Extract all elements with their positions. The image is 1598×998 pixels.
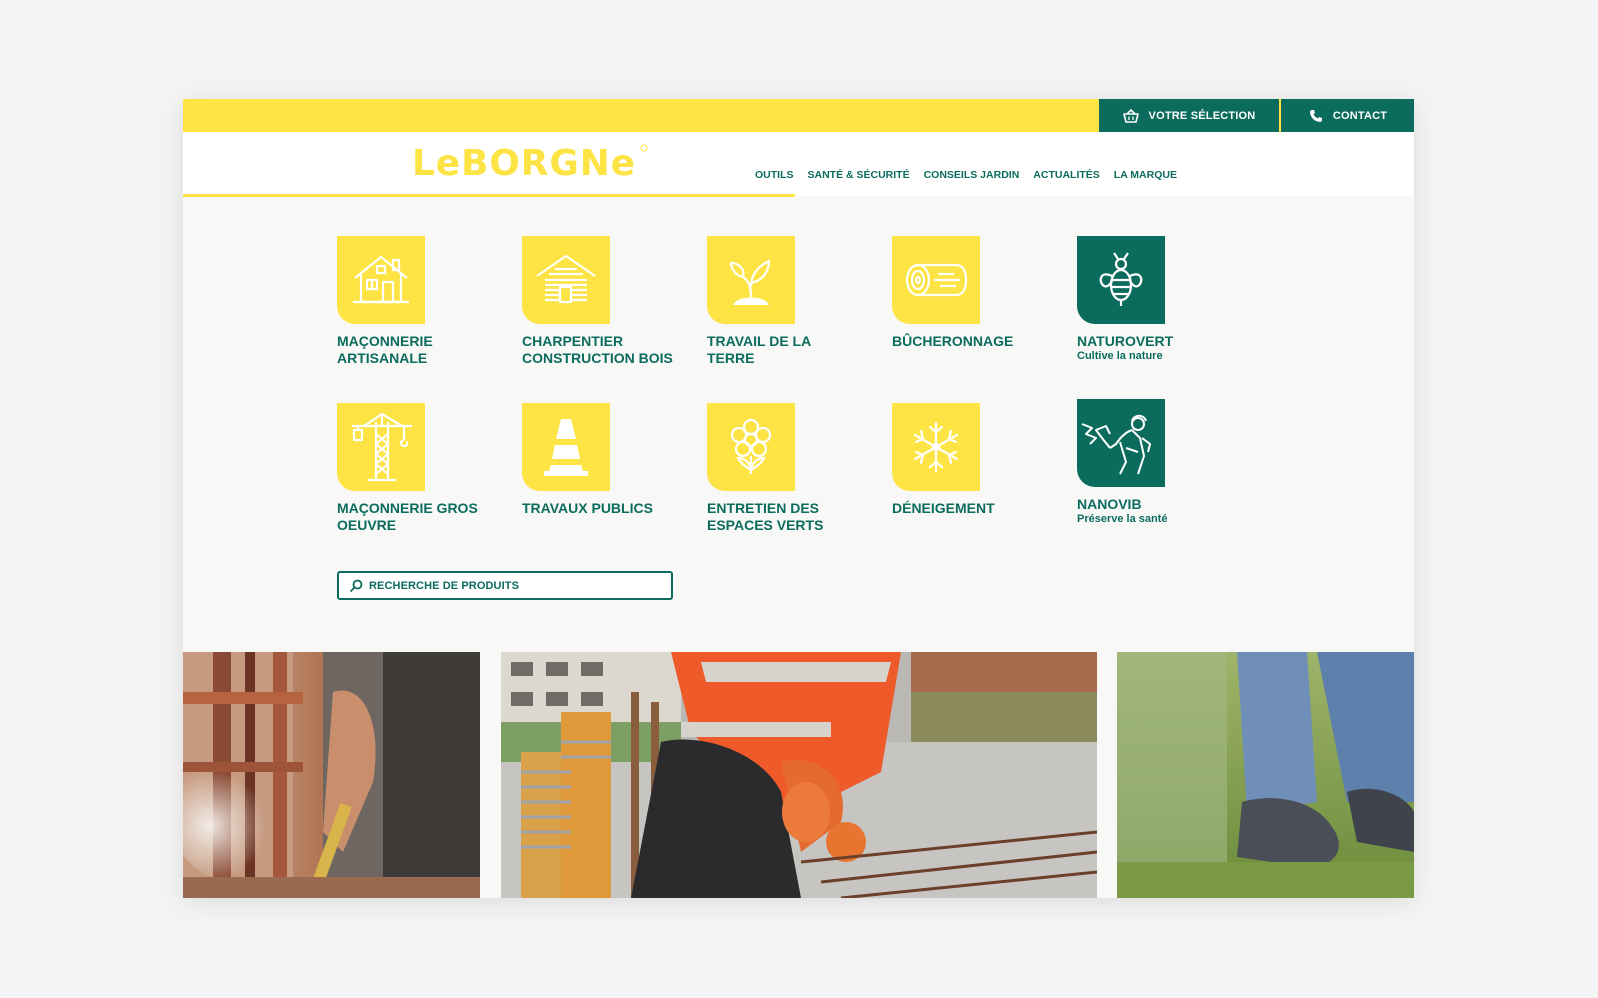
search-icon [349,579,363,593]
category-entretien-espaces-verts[interactable]: ENTRETIEN DES ESPACES VERTS [707,403,882,534]
category-maconnerie-gros-oeuvre[interactable]: MAÇONNERIE GROS OEUVRE [337,403,512,534]
category-label: BÛCHERONNAGE [892,333,1014,349]
contact-label: CONTACT [1332,109,1388,122]
category-travail-de-la-terre[interactable]: TRAVAIL DE LA TERRE [707,236,882,367]
flower-icon [707,403,795,491]
category-charpentier[interactable]: CHARPENTIER CONSTRUCTION BOIS [522,236,697,367]
category-tagline: Cultive la nature [1077,350,1163,362]
worker-icon [1077,399,1165,487]
leborgne-logo[interactable]: LeBORGNe [412,142,648,184]
log-cabin-icon [522,236,610,324]
bee-icon [1077,236,1165,324]
category-naturovert[interactable]: NATUROVERT Cultive la nature [1077,236,1252,363]
snowflake-icon [892,403,980,491]
phone-icon [1309,109,1323,123]
sprout-icon [707,236,795,324]
nav-actualites[interactable]: ACTUALITÉS [1033,169,1100,181]
category-maconnerie-artisanale[interactable]: MAÇONNERIE ARTISANALE [337,236,512,367]
traffic-cone-icon [522,403,610,491]
basket-icon [1122,108,1139,123]
category-label: NANOVIB [1077,496,1142,512]
nav-outils[interactable]: OUTILS [755,169,794,181]
category-label: DÉNEIGEMENT [892,500,995,516]
category-label: TRAVAUX PUBLICS [522,500,653,516]
main-nav: OUTILS SANTÉ & SÉCURITÉ CONSEILS JARDIN … [755,169,1177,181]
product-search[interactable]: RECHERCHE DE PRODUITS [337,571,673,600]
category-tagline: Préserve la santé [1077,513,1168,525]
header-underline [183,194,795,197]
nav-conseils-jardin[interactable]: CONSEILS JARDIN [924,169,1020,181]
category-label: TRAVAIL DE LA TERRE [707,333,812,366]
category-label: MAÇONNERIE GROS OEUVRE [337,500,478,533]
photo-masonry-worker [183,652,480,898]
contact-button[interactable]: CONTACT [1280,99,1414,132]
category-label: NATUROVERT [1077,333,1174,349]
category-deneigement[interactable]: DÉNEIGEMENT [892,403,1067,517]
category-nanovib[interactable]: NANOVIB Préserve la santé [1077,399,1252,526]
category-travaux-publics[interactable]: TRAVAUX PUBLICS [522,403,697,517]
category-label: CHARPENTIER CONSTRUCTION BOIS [522,333,673,366]
category-bucheronnage[interactable]: BÛCHERONNAGE [892,236,1067,350]
category-label: MAÇONNERIE ARTISANALE [337,333,433,366]
svg-text:LeBORGNe: LeBORGNe [412,143,636,182]
photo-garden-boots [1117,652,1414,898]
selection-label: VOTRE SÉLECTION [1148,109,1256,122]
nav-la-marque[interactable]: LA MARQUE [1114,169,1177,181]
log-icon [892,236,980,324]
selection-button[interactable]: VOTRE SÉLECTION [1099,99,1279,132]
crane-icon [337,403,425,491]
photo-rebar-worker [501,652,1097,898]
search-placeholder: RECHERCHE DE PRODUITS [369,579,520,592]
site-header: LeBORGNe OUTILS SANTÉ & SÉCURITÉ CONSEIL… [183,132,1414,197]
house-icon [337,236,425,324]
browser-window: VOTRE SÉLECTION CONTACT LeBORGNe OUTILS … [183,99,1414,898]
category-label: ENTRETIEN DES ESPACES VERTS [707,500,824,533]
nav-sante-securite[interactable]: SANTÉ & SÉCURITÉ [808,169,910,181]
